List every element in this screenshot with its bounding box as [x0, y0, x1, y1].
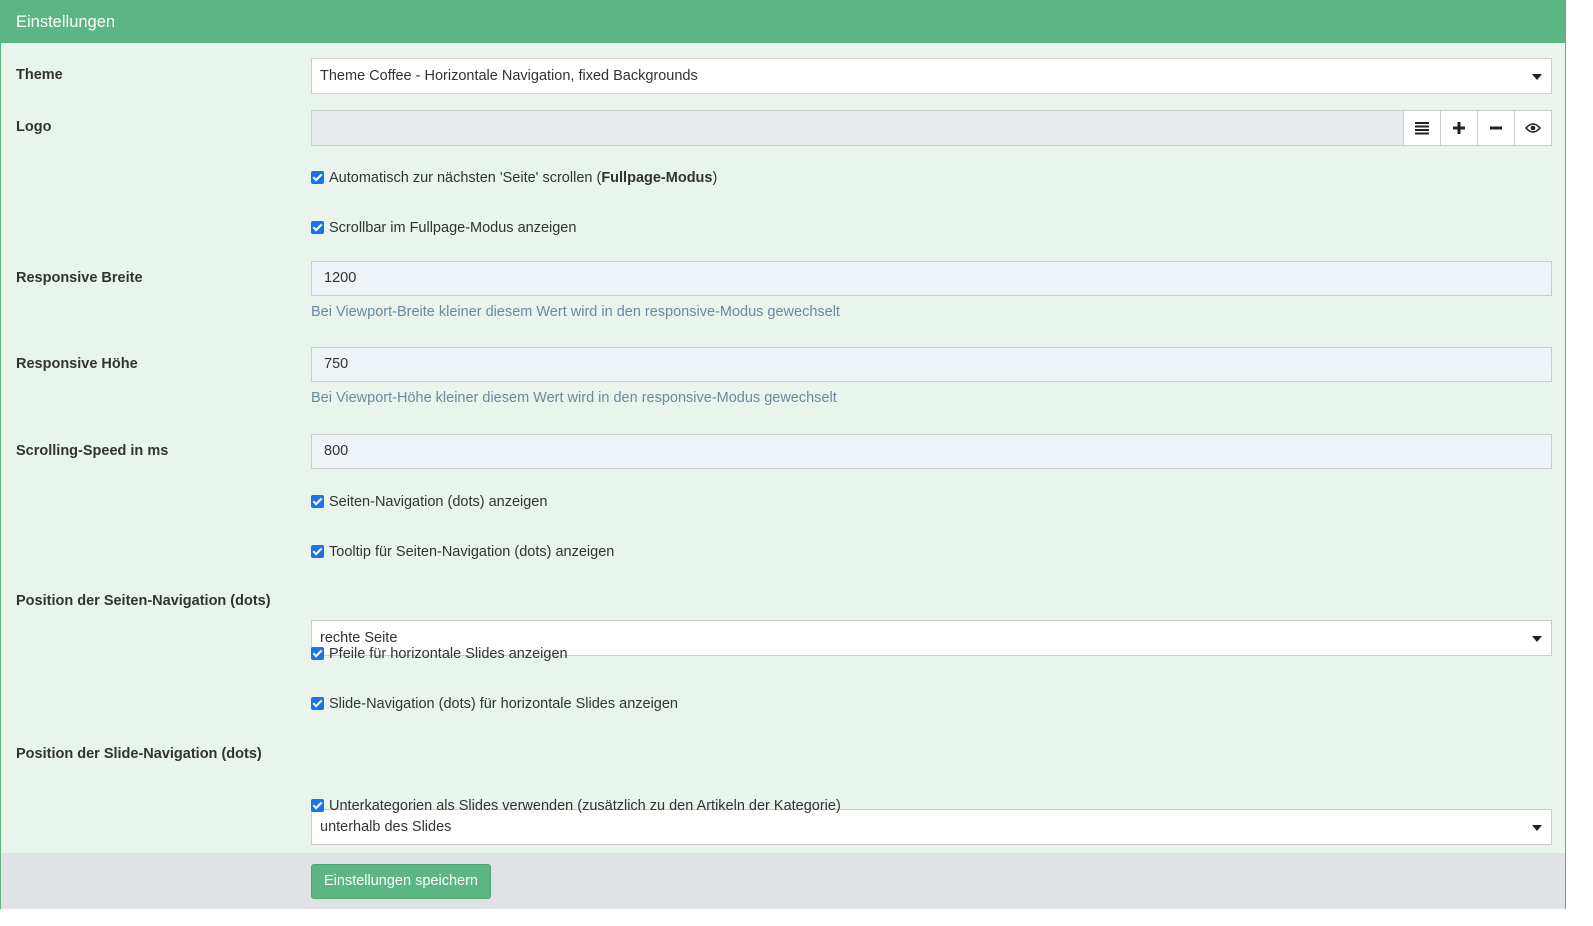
- tooltip-checkbox[interactable]: [311, 545, 324, 558]
- speed-group: 800: [311, 434, 1552, 469]
- scrollbar-label: Scrollbar im Fullpage-Modus anzeigen: [329, 220, 577, 236]
- subcats-checkbox[interactable]: [311, 799, 324, 812]
- panel-title: Einstellungen: [1, 1, 1565, 43]
- fullpage-label-suffix: ): [712, 170, 718, 186]
- slide-dots-checkbox-row[interactable]: Slide-Navigation (dots) für horizontale …: [311, 694, 678, 714]
- fullpage-label-bold: Fullpage-Modus: [601, 170, 713, 186]
- chevron-down-icon: [1532, 636, 1542, 642]
- responsive-height-label: Responsive Höhe: [16, 356, 138, 372]
- speed-input[interactable]: 800: [311, 434, 1552, 469]
- tooltip-label: Tooltip für Seiten-Navigation (dots) anz…: [329, 544, 615, 560]
- eye-icon[interactable]: [1514, 110, 1552, 146]
- dots-checkbox-row[interactable]: Seiten-Navigation (dots) anzeigen: [311, 492, 547, 512]
- slide-dots-checkbox[interactable]: [311, 697, 324, 710]
- plus-icon[interactable]: [1440, 110, 1478, 146]
- tooltip-checkbox-row[interactable]: Tooltip für Seiten-Navigation (dots) anz…: [311, 542, 614, 562]
- logo-label: Logo: [16, 119, 52, 135]
- scrollbar-checkbox[interactable]: [311, 221, 324, 234]
- slide-dots-position-label: Position der Slide-Navigation (dots): [16, 746, 262, 762]
- slide-dots-label: Slide-Navigation (dots) für horizontale …: [329, 696, 678, 712]
- theme-select-value: Theme Coffee - Horizontale Navigation, f…: [320, 68, 698, 84]
- responsive-width-group: 1200 Bei Viewport-Breite kleiner diesem …: [311, 261, 1552, 320]
- logo-input-group: [311, 110, 1552, 146]
- save-button[interactable]: Einstellungen speichern: [311, 864, 491, 899]
- dots-label: Seiten-Navigation (dots) anzeigen: [329, 494, 548, 510]
- responsive-width-label: Responsive Breite: [16, 270, 143, 286]
- minus-icon[interactable]: [1477, 110, 1515, 146]
- arrows-checkbox[interactable]: [311, 647, 324, 660]
- responsive-height-group: 750 Bei Viewport-Höhe kleiner diesem Wer…: [311, 347, 1552, 406]
- scrollbar-checkbox-row[interactable]: Scrollbar im Fullpage-Modus anzeigen: [311, 218, 576, 238]
- subcats-label: Unterkategorien als Slides verwenden (zu…: [329, 798, 841, 814]
- dots-checkbox[interactable]: [311, 495, 324, 508]
- slide-dots-position-value: unterhalb des Slides: [320, 819, 452, 835]
- fullpage-checkbox[interactable]: [311, 171, 324, 184]
- dots-position-label: Position der Seiten-Navigation (dots): [16, 593, 271, 609]
- list-icon[interactable]: [1403, 110, 1441, 146]
- chevron-down-icon: [1532, 825, 1542, 831]
- fullpage-label-prefix: Automatisch zur nächsten 'Seite' scrolle…: [329, 170, 602, 186]
- theme-select[interactable]: Theme Coffee - Horizontale Navigation, f…: [311, 58, 1552, 94]
- speed-label: Scrolling-Speed in ms: [16, 443, 169, 459]
- subcats-checkbox-row[interactable]: Unterkategorien als Slides verwenden (zu…: [311, 796, 841, 816]
- panel-footer: Einstellungen speichern: [1, 853, 1565, 909]
- theme-label: Theme: [16, 67, 63, 83]
- chevron-down-icon: [1532, 74, 1542, 80]
- logo-field[interactable]: [311, 110, 1404, 146]
- arrows-checkbox-row[interactable]: Pfeile für horizontale Slides anzeigen: [311, 644, 568, 664]
- settings-panel: Einstellungen Theme Theme Coffee - Horiz…: [0, 0, 1566, 909]
- responsive-width-help: Bei Viewport-Breite kleiner diesem Wert …: [311, 304, 840, 320]
- arrows-label: Pfeile für horizontale Slides anzeigen: [329, 646, 568, 662]
- fullpage-checkbox-row[interactable]: Automatisch zur nächsten 'Seite' scrolle…: [311, 168, 717, 188]
- responsive-width-input[interactable]: 1200: [311, 261, 1552, 296]
- responsive-height-input[interactable]: 750: [311, 347, 1552, 382]
- responsive-height-help: Bei Viewport-Höhe kleiner diesem Wert wi…: [311, 390, 837, 406]
